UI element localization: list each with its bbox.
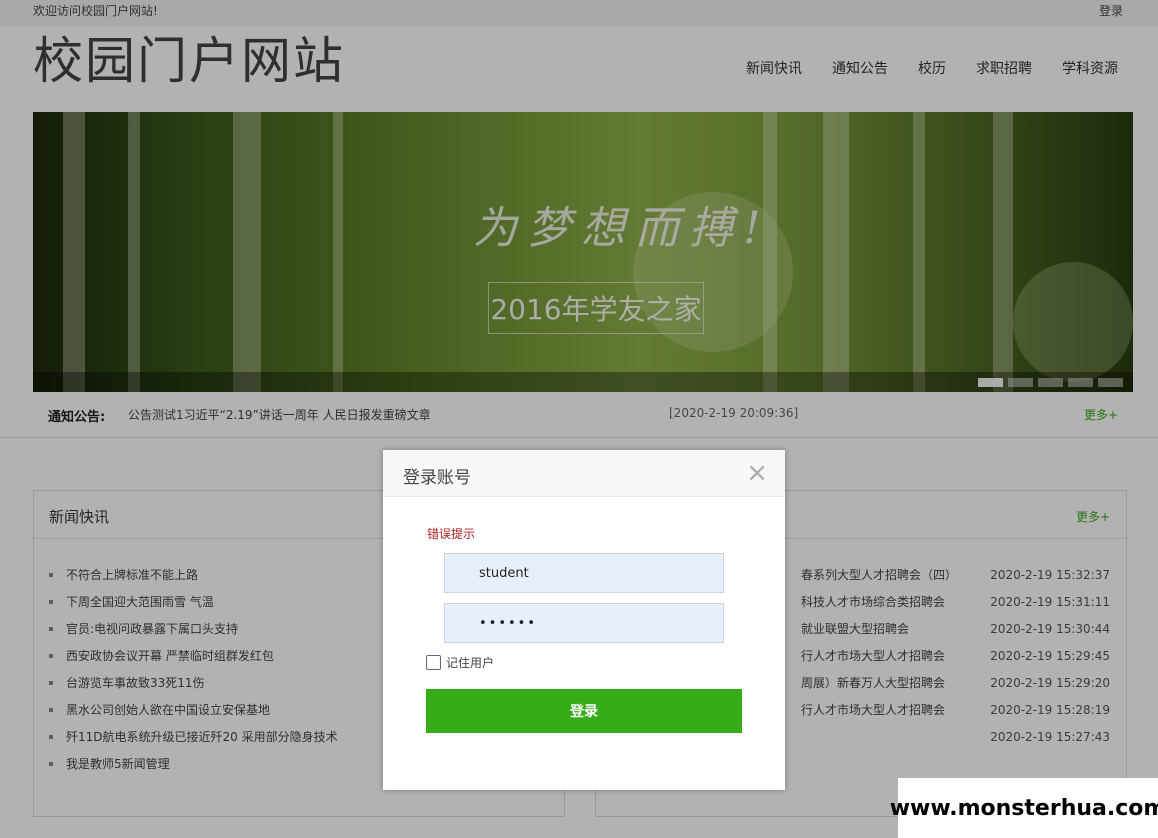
close-icon[interactable]: ×	[746, 459, 768, 487]
login-modal-title: 登录账号	[403, 468, 471, 488]
username-input[interactable]	[444, 553, 724, 593]
remember-user-checkbox[interactable]: 记住用户	[426, 654, 494, 671]
watermark: www.monsterhua.com	[890, 778, 1158, 838]
error-message: 错误提示	[427, 527, 476, 541]
login-modal: 登录账号 × 错误提示 记住用户 登录	[383, 450, 785, 790]
checkbox-box[interactable]	[426, 655, 441, 670]
password-input[interactable]	[444, 603, 724, 643]
login-modal-header: 登录账号 ×	[383, 450, 785, 497]
remember-user-label: 记住用户	[446, 656, 495, 670]
login-button[interactable]: 登录	[426, 689, 742, 733]
